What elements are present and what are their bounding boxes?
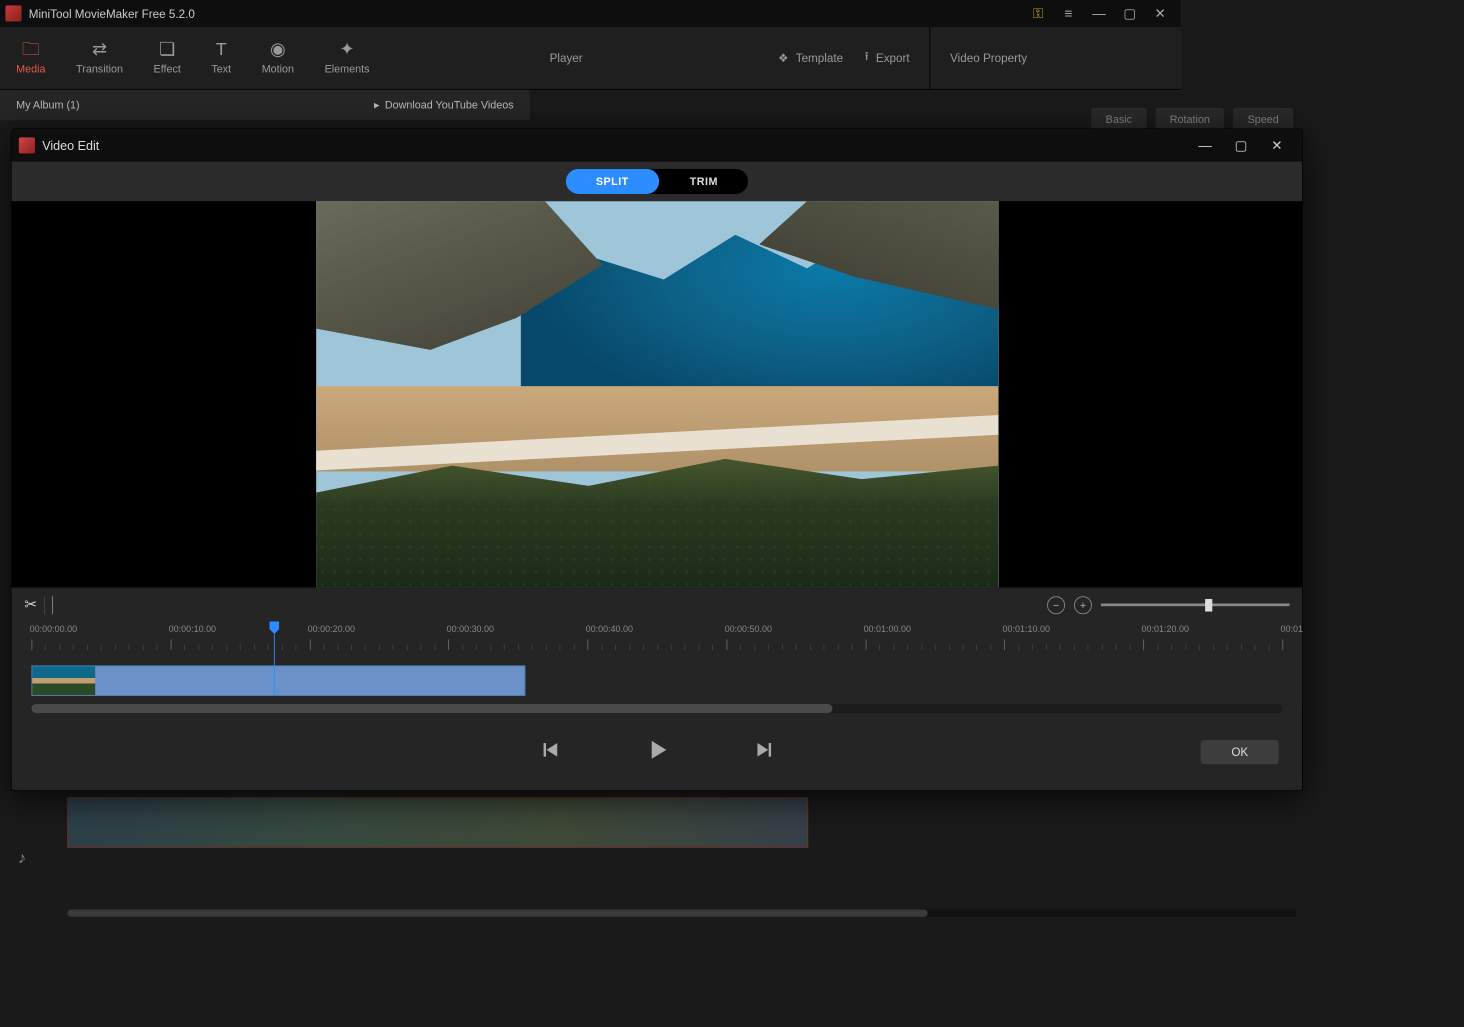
prev-frame-icon	[539, 738, 562, 761]
tab-transition-label: Transition	[76, 63, 123, 76]
ruler-label: 00:01:20.00	[1142, 625, 1189, 635]
timeline-scrollbar[interactable]	[31, 704, 1282, 713]
elements-icon: ✦	[340, 40, 355, 58]
transition-icon: ⇄	[92, 40, 107, 58]
playback-controls: OK	[12, 713, 1302, 790]
zoom-in-button[interactable]: +	[1074, 596, 1092, 614]
tab-media-label: Media	[16, 63, 45, 76]
player-label: Player	[550, 51, 583, 64]
playhead[interactable]	[274, 621, 275, 695]
ruler-label: 00:00:40.00	[586, 625, 633, 635]
export-button[interactable]: ⭱ Export	[865, 48, 910, 68]
main-maximize-button[interactable]: ▢	[1114, 0, 1145, 27]
tab-effect-label: Effect	[154, 63, 181, 76]
template-button[interactable]: ❖ Template	[778, 51, 843, 65]
tab-motion-label: Motion	[262, 63, 294, 76]
ruler-label: 00:00:30.00	[447, 625, 494, 635]
tab-motion[interactable]: ◉ Motion	[262, 40, 294, 75]
tab-text-label: Text	[211, 63, 231, 76]
tab-text[interactable]: T Text	[211, 40, 231, 75]
video-edit-dialog: Video Edit — ▢ ✕ SPLIT TRIM ✂ − +	[11, 128, 1303, 791]
audio-track-icon: ♪	[18, 849, 26, 868]
folder-icon: 🗀	[22, 40, 40, 58]
motion-icon: ◉	[270, 40, 286, 58]
tab-elements-label: Elements	[325, 63, 370, 76]
zoom-slider[interactable]	[1101, 603, 1290, 606]
template-label: Template	[796, 51, 843, 64]
youtube-icon: ▸	[374, 99, 379, 112]
zoom-slider-knob[interactable]	[1205, 599, 1212, 612]
main-title-bar: MiniTool MovieMaker Free 5.2.0 ⚿ ≡ — ▢ ✕	[0, 0, 1181, 27]
video-preview[interactable]	[316, 201, 998, 587]
tab-effect[interactable]: ❏ Effect	[154, 40, 181, 75]
preview-area	[12, 201, 1302, 587]
timeline-ruler[interactable]: 00:00:00.00 00:00:10.00 00:00:20.00 00:00:3…	[12, 621, 1302, 661]
key-icon[interactable]: ⚿	[1023, 0, 1054, 27]
dialog-logo-icon	[19, 137, 35, 153]
split-tab[interactable]: SPLIT	[565, 169, 659, 194]
dialog-title-bar: Video Edit — ▢ ✕	[12, 129, 1302, 161]
export-label: Export	[876, 51, 910, 64]
play-icon	[643, 736, 670, 763]
app-logo-icon	[5, 5, 21, 21]
split-trim-segmented: SPLIT TRIM	[565, 169, 748, 194]
menu-icon[interactable]: ≡	[1053, 0, 1084, 27]
next-frame-button[interactable]	[751, 738, 774, 766]
album-label: My Album (1)	[16, 99, 79, 112]
ruler-label: 00:01	[1281, 625, 1303, 635]
ruler-label: 00:00:00.00	[30, 625, 77, 635]
main-timeline-scrollbar[interactable]	[67, 910, 1296, 917]
album-bar: My Album (1) ▸ Download YouTube Videos	[0, 90, 530, 121]
ruler-label: 00:01:10.00	[1003, 625, 1050, 635]
prev-frame-button[interactable]	[539, 738, 562, 766]
ruler-label: 00:00:20.00	[308, 625, 355, 635]
ruler-label: 00:00:10.00	[169, 625, 216, 635]
timeline-track[interactable]	[12, 661, 1302, 704]
main-timeline-area: ♪	[0, 781, 1315, 922]
timeline-clip[interactable]	[31, 665, 525, 696]
main-minimize-button[interactable]: —	[1084, 0, 1115, 27]
effect-icon: ❏	[159, 40, 175, 58]
app-title: MiniTool MovieMaker Free 5.2.0	[29, 7, 195, 20]
dialog-title: Video Edit	[42, 138, 99, 152]
ok-button[interactable]: OK	[1201, 740, 1279, 764]
scissors-icon[interactable]: ✂	[24, 596, 45, 614]
download-youtube-link[interactable]: Download YouTube Videos	[385, 99, 514, 112]
tab-media[interactable]: 🗀 Media	[16, 40, 45, 75]
ruler-label: 00:01:00.00	[864, 625, 911, 635]
trim-tab[interactable]: TRIM	[659, 169, 748, 194]
tab-transition[interactable]: ⇄ Transition	[76, 40, 123, 75]
template-icon: ❖	[778, 51, 788, 65]
timeline-cursor-indicator	[52, 596, 53, 614]
ruler-label: 00:00:50.00	[725, 625, 772, 635]
main-timeline-clip[interactable]	[67, 797, 808, 847]
main-toolbar: 🗀 Media ⇄ Transition ❏ Effect T Text ◉ M…	[0, 27, 1181, 90]
dialog-minimize-button[interactable]: —	[1187, 138, 1223, 153]
video-property-label: Video Property	[950, 51, 1027, 64]
dialog-maximize-button[interactable]: ▢	[1223, 137, 1259, 153]
tab-elements[interactable]: ✦ Elements	[325, 40, 370, 75]
zoom-out-button[interactable]: −	[1047, 596, 1065, 614]
export-icon: ⭱	[865, 48, 869, 68]
main-close-button[interactable]: ✕	[1145, 0, 1176, 27]
next-frame-icon	[751, 738, 774, 761]
timeline-tools: ✂ − +	[12, 587, 1302, 621]
clip-thumbnail	[32, 666, 95, 695]
text-icon: T	[216, 40, 227, 58]
play-button[interactable]	[643, 736, 670, 767]
dialog-close-button[interactable]: ✕	[1259, 137, 1295, 153]
